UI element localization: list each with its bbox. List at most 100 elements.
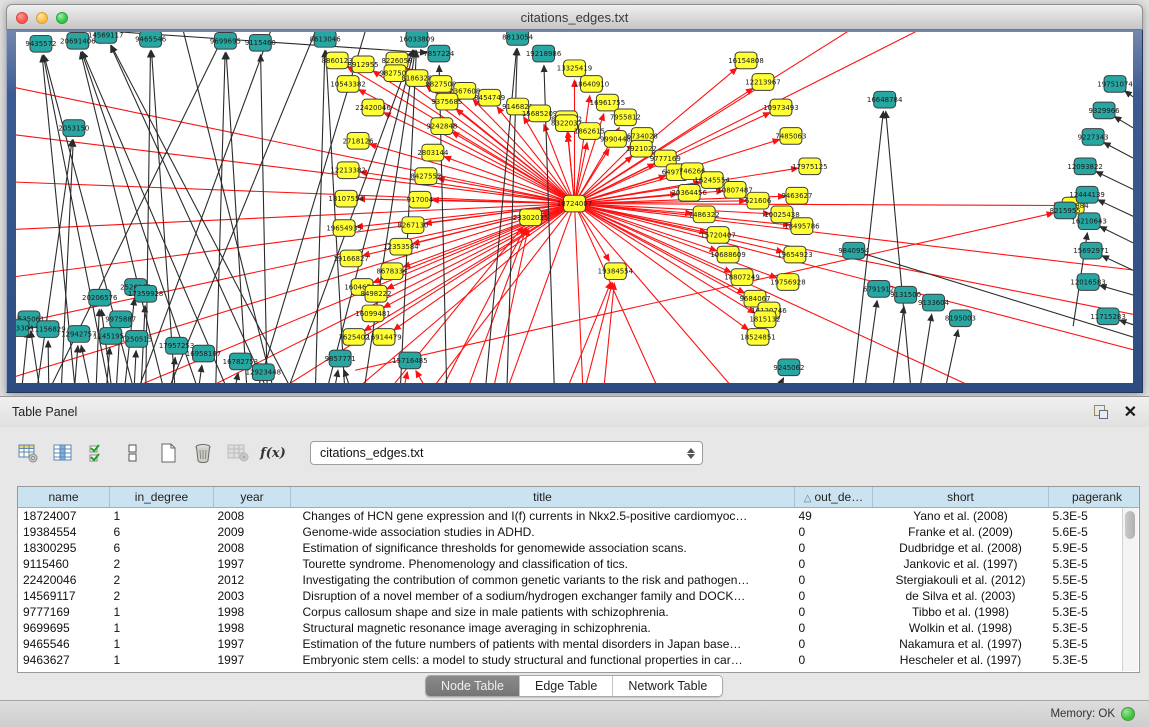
column-header-short[interactable]: short: [873, 487, 1049, 508]
network-edge[interactable]: [604, 283, 614, 383]
network-node[interactable]: 9329966: [1089, 102, 1120, 119]
network-edge[interactable]: [315, 51, 325, 383]
network-edge[interactable]: [1104, 142, 1133, 179]
new-column-icon[interactable]: [156, 441, 180, 465]
network-node[interactable]: 8427552: [410, 168, 441, 185]
network-node[interactable]: 18640910: [574, 76, 609, 93]
network-node[interactable]: 9975887: [105, 311, 136, 328]
tab-node-table[interactable]: Node Table: [426, 676, 520, 696]
network-node[interactable]: 9990448: [600, 131, 631, 148]
network-node[interactable]: 9133604: [918, 294, 949, 311]
column-header-name[interactable]: name: [18, 487, 110, 508]
network-node[interactable]: 9227343: [1078, 129, 1109, 146]
tab-edge-table[interactable]: Edge Table: [520, 676, 613, 696]
network-node[interactable]: 19751074: [1097, 76, 1132, 93]
network-graph[interactable]: 2718126924284828031441221338284275521810…: [16, 32, 1133, 383]
network-node[interactable]: 917004: [407, 191, 434, 208]
network-node[interactable]: 8678334: [376, 263, 407, 280]
network-node[interactable]: 7955812: [610, 109, 641, 126]
network-node[interactable]: 11715283: [1090, 308, 1125, 325]
network-node[interactable]: 12353584: [383, 238, 418, 255]
network-edge[interactable]: [575, 204, 585, 383]
network-node[interactable]: 12213382: [330, 162, 365, 179]
network-node[interactable]: 19218986: [526, 45, 561, 62]
table-row[interactable]: 946362711997Embryonic stem cells: a mode…: [18, 652, 1140, 668]
delete-column-icon[interactable]: [191, 441, 215, 465]
network-edge[interactable]: [575, 204, 764, 383]
network-edge[interactable]: [370, 144, 575, 203]
table-row[interactable]: 911546021997Tourette syndrome. Phenomeno…: [18, 556, 1140, 572]
network-edge[interactable]: [121, 32, 427, 53]
network-node[interactable]: 17975125: [792, 158, 827, 175]
network-edge[interactable]: [1102, 256, 1133, 289]
network-edge[interactable]: [854, 251, 1133, 356]
network-node[interactable]: 8267130: [397, 217, 428, 234]
network-node[interactable]: 2803144: [417, 144, 448, 161]
network-node[interactable]: 9245062: [773, 359, 804, 376]
table-scrollbar-thumb[interactable]: [1125, 511, 1135, 539]
network-node[interactable]: 9699695: [210, 32, 241, 49]
network-edge[interactable]: [198, 365, 202, 383]
select-all-icon[interactable]: [86, 441, 110, 465]
network-node[interactable]: 18524851: [740, 329, 775, 346]
network-edge[interactable]: [416, 371, 423, 383]
network-node[interactable]: 1250515: [121, 331, 152, 348]
table-row[interactable]: 969969511998Structural magnetic resonanc…: [18, 620, 1140, 636]
network-node[interactable]: 9131500: [890, 286, 921, 303]
network-node[interactable]: 8613046: [310, 32, 341, 47]
network-node[interactable]: 10543382: [330, 76, 365, 93]
table-row[interactable]: 2242004622012Investigating the contribut…: [18, 572, 1140, 588]
show-column-icon[interactable]: [51, 441, 75, 465]
table-scrollbar[interactable]: [1122, 508, 1138, 671]
network-edge[interactable]: [344, 370, 353, 383]
network-node[interactable]: 2053150: [58, 120, 89, 137]
network-edge[interactable]: [439, 65, 447, 383]
tab-network-table[interactable]: Network Table: [613, 676, 722, 696]
table-row[interactable]: 1830029562008Estimation of significance …: [18, 540, 1140, 556]
network-edge[interactable]: [892, 306, 904, 383]
network-edge[interactable]: [575, 96, 590, 204]
column-header-year[interactable]: year: [214, 487, 291, 508]
network-node[interactable]: 16033809: [399, 32, 434, 47]
column-header-in_degree[interactable]: in_degree: [110, 487, 214, 508]
network-node[interactable]: 9242848: [426, 118, 457, 135]
table-row[interactable]: 977716911998Corpus callosum shape and si…: [18, 604, 1140, 620]
network-edge[interactable]: [575, 204, 784, 252]
network-node[interactable]: 7625402: [339, 329, 370, 346]
network-edge[interactable]: [919, 314, 932, 383]
network-node[interactable]: 7485063: [775, 128, 806, 145]
table-mode-icon[interactable]: [16, 441, 40, 465]
network-node[interactable]: 9857771: [325, 350, 356, 367]
network-edge[interactable]: [405, 372, 407, 383]
network-node[interactable]: 6791912: [863, 281, 894, 298]
table-row[interactable]: 1456911722003Disruption of a novel membe…: [18, 588, 1140, 604]
network-node[interactable]: 9435572: [25, 35, 56, 52]
network-node[interactable]: 16648784: [867, 91, 902, 108]
network-edge[interactable]: [774, 378, 784, 383]
network-edge[interactable]: [333, 370, 338, 383]
column-header-out_de[interactable]: △out_de…: [795, 487, 873, 508]
network-node[interactable]: 9115460: [245, 34, 276, 51]
network-node[interactable]: 2718126: [343, 132, 374, 149]
network-node[interactable]: 16099481: [355, 305, 390, 322]
network-node[interactable]: 20691406: [60, 32, 95, 49]
network-edge[interactable]: [48, 341, 49, 383]
network-node[interactable]: 8215955: [1050, 202, 1081, 219]
clear-selection-icon[interactable]: [121, 441, 145, 465]
network-node[interactable]: 8860123: [322, 52, 353, 69]
function-builder-icon[interactable]: f(x): [261, 441, 285, 465]
network-node[interactable]: 7486322: [689, 206, 720, 223]
network-edge[interactable]: [134, 351, 136, 383]
network-node[interactable]: 12213967: [745, 74, 780, 91]
table-row[interactable]: 1938455462009Genome-wide association stu…: [18, 524, 1140, 540]
float-window-icon[interactable]: [1093, 404, 1109, 420]
network-node[interactable]: 9463627: [781, 187, 812, 204]
network-node[interactable]: 8195003: [945, 310, 976, 327]
network-edge[interactable]: [136, 32, 271, 383]
network-node[interactable]: 1815132: [749, 311, 780, 328]
delete-table-icon[interactable]: [226, 441, 250, 465]
network-edge[interactable]: [96, 309, 100, 383]
combobox-arrows-icon[interactable]: [684, 445, 698, 462]
network-node[interactable]: 8454749: [474, 89, 505, 106]
network-node[interactable]: 8912955: [348, 56, 379, 73]
